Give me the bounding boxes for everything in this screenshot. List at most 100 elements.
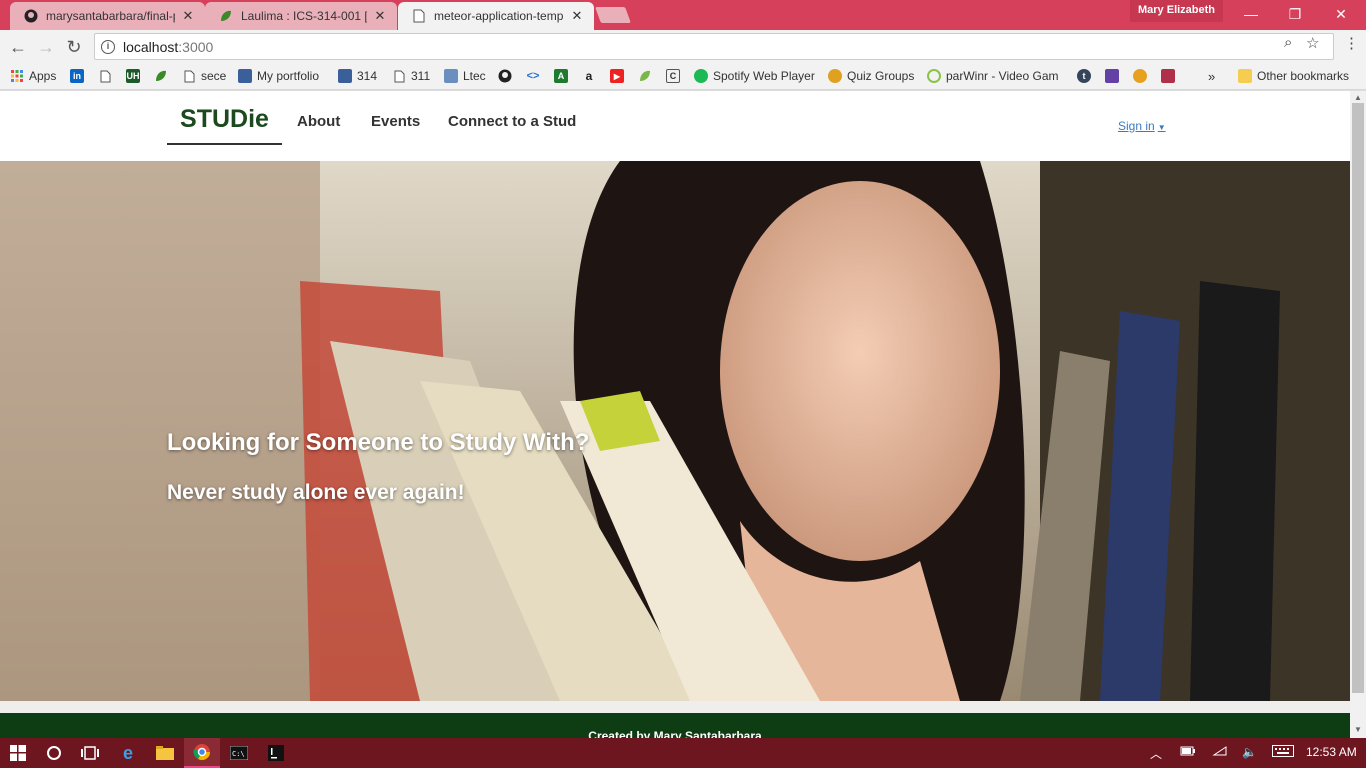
keyboard-icon[interactable]	[1272, 745, 1294, 760]
close-icon[interactable]: ✕	[570, 8, 584, 24]
star-bookmark-icon[interactable]: ☆	[1306, 34, 1319, 52]
file-explorer-icon[interactable]	[147, 738, 183, 768]
nav-about-link[interactable]: About	[297, 113, 340, 130]
site-brand-link[interactable]: STUDie	[167, 103, 282, 145]
forward-arrow-icon[interactable]: →	[34, 35, 58, 59]
bookmark-label: Spotify Web Player	[713, 69, 815, 83]
bookmark-label: Quiz Groups	[847, 69, 915, 83]
bookmark-sece[interactable]: sece	[182, 67, 226, 85]
bookmark-label: My portfolio	[257, 69, 320, 83]
chrome-icon[interactable]	[184, 738, 220, 768]
hero-subtitle: Never study alone ever again!	[167, 481, 465, 504]
bookmark-tumblr[interactable]: t	[1077, 67, 1096, 85]
hero-banner: Looking for Someone to Study With? Never…	[0, 161, 1350, 701]
parwinr-icon	[927, 69, 941, 83]
wifi-icon[interactable]	[1212, 745, 1228, 760]
bookmark-badge[interactable]	[1133, 67, 1152, 85]
close-icon[interactable]: ✕	[181, 8, 195, 24]
bookmark-label: Apps	[29, 69, 57, 83]
zoom-search-icon[interactable]: ⌕	[1284, 34, 1292, 51]
square-icon	[338, 69, 352, 83]
bookmark-github[interactable]	[498, 67, 517, 85]
profile-button[interactable]: Mary Elizabeth	[1130, 0, 1224, 22]
bookmark-apps[interactable]: Apps	[10, 67, 56, 85]
bookmark-leaf-2[interactable]	[638, 67, 657, 85]
bookmark-quiz-groups[interactable]: Quiz Groups	[828, 67, 914, 85]
windows-start-icon[interactable]	[0, 738, 36, 768]
bookmark-amazon[interactable]: a	[582, 67, 601, 85]
leaf-icon	[154, 69, 168, 83]
feather-icon	[1161, 69, 1175, 83]
bookmark-page[interactable]	[98, 67, 117, 85]
bookmark-label: Ltec	[463, 69, 486, 83]
address-bar[interactable]: i localhost:3000	[94, 33, 1334, 60]
youtube-icon: ▶	[610, 69, 624, 83]
bookmark-label: 314	[357, 69, 378, 83]
apps-grid-icon	[10, 69, 24, 83]
info-icon[interactable]: i	[101, 39, 115, 54]
bookmark-feather[interactable]	[1161, 67, 1180, 85]
badge-icon	[1133, 69, 1147, 83]
bookmark-label: parWinr - Video Gam	[946, 69, 1059, 83]
back-arrow-icon[interactable]: ←	[6, 35, 30, 59]
terminal-icon[interactable]: C:\	[221, 738, 257, 768]
bookmark-spotify[interactable]: Spotify Web Player	[694, 67, 815, 85]
bookmarks-overflow-chevron-icon[interactable]: »	[1208, 67, 1215, 85]
signin-dropdown[interactable]: Sign in ▼	[1118, 119, 1166, 133]
caret-down-icon: ▼	[1157, 123, 1166, 132]
ltec-icon	[444, 69, 458, 83]
battery-icon[interactable]	[1180, 745, 1196, 760]
task-view-icon[interactable]	[72, 738, 108, 768]
bookmark-parwinr[interactable]: parWinr - Video Gam	[927, 67, 1063, 85]
menu-kebab-icon[interactable]: ⋮	[1344, 34, 1359, 52]
taskbar-clock[interactable]: 12:53 AM	[1306, 745, 1357, 759]
page-viewport: STUDie About Events Connect to a Stud Si…	[0, 91, 1350, 738]
bookmark-linkedin[interactable]: in	[70, 67, 89, 85]
tab-label: Laulima : ICS-314-001 [M	[241, 9, 367, 23]
browser-titlebar: marysantabarbara/final-p ✕ Laulima : ICS…	[0, 0, 1366, 30]
bookmark-311[interactable]: 311	[392, 67, 430, 85]
leaf-icon	[638, 69, 652, 83]
search-cortana-icon[interactable]	[36, 738, 72, 768]
tab-meteor-app[interactable]: meteor-application-temp ✕	[398, 2, 594, 30]
reload-icon[interactable]: ↻	[62, 35, 86, 59]
tab-laulima[interactable]: Laulima : ICS-314-001 [M ✕	[205, 2, 397, 30]
bookmark-green-box[interactable]: A	[554, 67, 573, 85]
section-spacer	[0, 701, 1350, 713]
svg-text:C:\: C:\	[232, 750, 245, 758]
bookmark-label: sece	[201, 69, 227, 83]
tray-chevron-up-icon[interactable]: ︿	[1150, 745, 1162, 762]
folder-icon	[1238, 69, 1252, 83]
scroll-up-arrow-icon[interactable]: ▲	[1354, 93, 1362, 102]
page-icon	[392, 69, 406, 83]
tab-github[interactable]: marysantabarbara/final-p ✕	[10, 2, 205, 30]
intellij-icon[interactable]	[258, 738, 294, 768]
nav-connect-link[interactable]: Connect to a Stud	[448, 113, 576, 130]
uh-icon: UH	[126, 69, 140, 83]
bookmark-my-portfolio[interactable]: My portfolio	[238, 67, 319, 85]
bookmark-314[interactable]: 314	[338, 67, 377, 85]
code-icon: <>	[526, 70, 540, 82]
hero-title: Looking for Someone to Study With?	[167, 429, 590, 456]
close-window-icon[interactable]: ✕	[1318, 0, 1364, 28]
bookmark-leaf[interactable]	[154, 67, 173, 85]
restore-icon[interactable]: ❐	[1272, 0, 1318, 28]
amazon-icon: a	[585, 69, 593, 83]
volume-icon[interactable]: 🔈	[1242, 745, 1257, 759]
bookmark-ltec[interactable]: Ltec	[444, 67, 486, 85]
bookmark-uh[interactable]: UH	[126, 67, 145, 85]
scrollbar-thumb[interactable]	[1352, 103, 1364, 693]
page-scrollbar[interactable]: ▲ ▼	[1350, 91, 1366, 738]
scroll-down-arrow-icon[interactable]: ▼	[1354, 725, 1362, 734]
bookmark-twitch[interactable]	[1105, 67, 1124, 85]
footer-credit: Created by Mary Santabarbara	[588, 729, 762, 738]
other-bookmarks-folder[interactable]: Other bookmarks	[1238, 67, 1349, 85]
nav-events-link[interactable]: Events	[371, 113, 420, 130]
minimize-icon[interactable]: —	[1228, 0, 1274, 28]
edge-browser-icon[interactable]: e	[110, 738, 146, 768]
bookmark-c[interactable]: C	[666, 67, 685, 85]
close-icon[interactable]: ✕	[373, 8, 387, 24]
new-tab-button[interactable]	[595, 7, 631, 23]
bookmark-code[interactable]: <>	[526, 67, 545, 85]
bookmark-youtube[interactable]: ▶	[610, 67, 629, 85]
